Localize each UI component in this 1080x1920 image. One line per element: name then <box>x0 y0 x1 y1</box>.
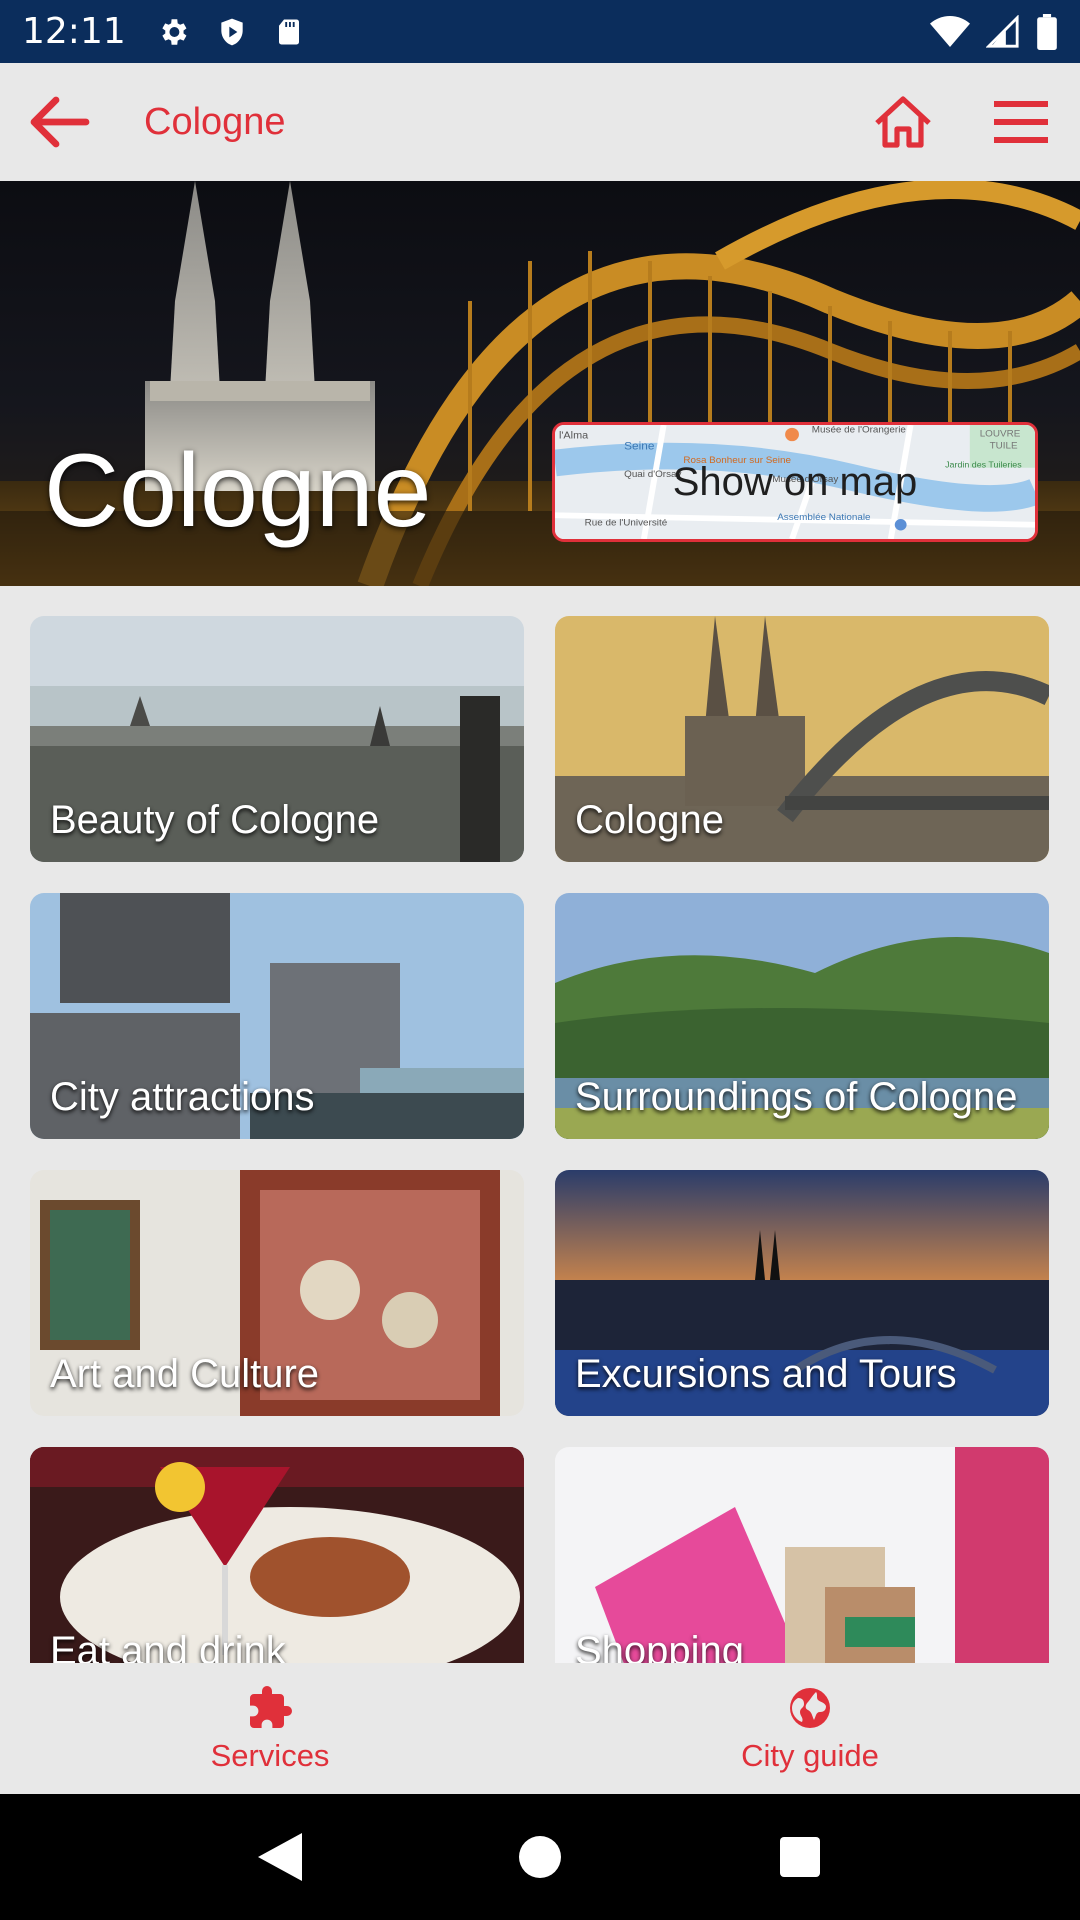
settings-icon <box>162 18 187 45</box>
tile-label: Eat and drink <box>50 1629 286 1663</box>
map-label-seine: Seine <box>624 440 654 453</box>
tile-label: City attractions <box>50 1075 315 1119</box>
bottom-navigation: Services City guide <box>0 1663 1080 1794</box>
shield-icon <box>221 18 243 45</box>
back-triangle-icon <box>258 1833 302 1881</box>
nav-city-guide-label: City guide <box>741 1737 879 1773</box>
tile-label: Shopping <box>575 1629 745 1663</box>
show-on-map-button[interactable]: l'Alma Seine Musée de l'Orangerie Rosa B… <box>552 422 1038 542</box>
tile-city-attractions[interactable]: City attractions <box>30 893 524 1139</box>
app-bar-actions <box>844 63 1080 181</box>
system-back-button[interactable] <box>245 1822 315 1892</box>
tile-excursions-and-tours[interactable]: Excursions and Tours <box>555 1170 1049 1416</box>
tile-shopping[interactable]: Shopping <box>555 1447 1049 1663</box>
recents-square-icon <box>780 1837 820 1877</box>
map-label-alma: l'Alma <box>559 429 588 441</box>
nav-services-label: Services <box>210 1737 330 1773</box>
tile-label: Surroundings of Cologne <box>575 1075 1018 1119</box>
tile-cologne[interactable]: Cologne <box>555 616 1049 862</box>
home-icon <box>875 96 931 148</box>
nav-city-guide[interactable]: City guide <box>540 1663 1080 1794</box>
system-recents-button[interactable] <box>765 1822 835 1892</box>
map-label-assemblee: Assemblée Nationale <box>777 512 870 523</box>
system-home-button[interactable] <box>505 1822 575 1892</box>
map-label-orangerie: Musée de l'Orangerie <box>812 425 906 436</box>
app-title: Cologne <box>144 100 286 143</box>
hamburger-menu-icon <box>994 101 1048 143</box>
battery-icon <box>1037 13 1057 50</box>
menu-button[interactable] <box>962 63 1080 181</box>
back-button[interactable] <box>0 63 120 181</box>
puzzle-icon <box>250 1685 292 1728</box>
hero-title: Cologne <box>44 433 432 549</box>
tile-beauty-of-cologne[interactable]: Beauty of Cologne <box>30 616 524 862</box>
globe-icon <box>790 1687 830 1728</box>
arrow-left-icon <box>30 96 90 148</box>
tile-eat-and-drink[interactable]: Eat and drink <box>30 1447 524 1663</box>
status-time: 12:11 <box>22 11 126 52</box>
status-bar: 12:11 <box>0 0 1080 63</box>
category-grid: Beauty of Cologne Cologne City attractio… <box>0 586 1080 1663</box>
tile-art-and-culture[interactable]: Art and Culture <box>30 1170 524 1416</box>
tile-label: Cologne <box>575 798 725 842</box>
signal-icon <box>986 14 1019 48</box>
app-bar: Cologne <box>0 63 1080 181</box>
nav-services[interactable]: Services <box>0 1663 540 1794</box>
map-label-universite: Rue de l'Université <box>585 518 668 529</box>
tile-label: Excursions and Tours <box>575 1352 957 1396</box>
show-on-map-label: Show on map <box>672 459 918 504</box>
map-label-tuile: TUILE <box>990 441 1019 452</box>
sd-card-icon <box>278 19 299 44</box>
status-icons-right <box>930 13 1058 50</box>
tile-label: Art and Culture <box>50 1352 320 1396</box>
wifi-icon <box>930 15 970 47</box>
map-label-louvre: LOUVRE <box>980 429 1021 440</box>
map-label-tuileries: Jardin des Tuileries <box>945 460 1022 470</box>
tile-surroundings-of-cologne[interactable]: Surroundings of Cologne <box>555 893 1049 1139</box>
status-icons-left <box>156 15 304 49</box>
hero-banner: Cologne l'Alma Seine Musée de l'Orangeri… <box>0 181 1080 586</box>
home-circle-icon <box>519 1836 561 1878</box>
home-button[interactable] <box>844 63 962 181</box>
system-navigation-bar <box>0 1794 1080 1920</box>
tile-label: Beauty of Cologne <box>50 798 380 842</box>
